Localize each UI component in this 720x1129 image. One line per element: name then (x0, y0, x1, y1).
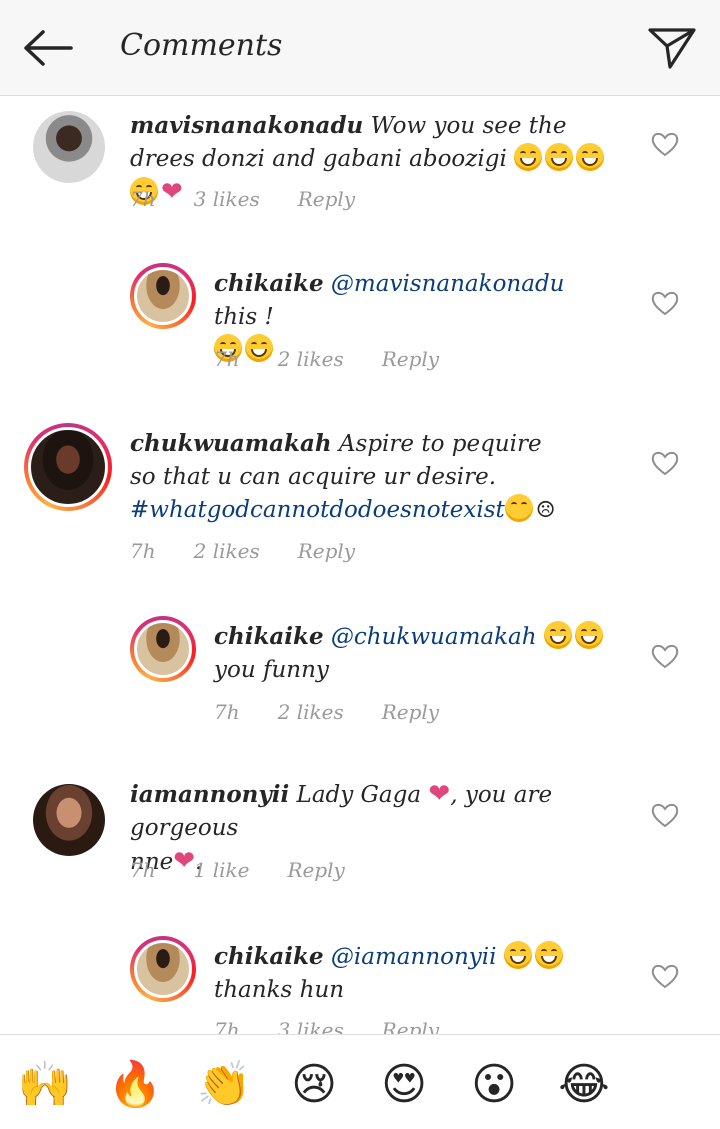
reply-button[interactable]: Reply (287, 858, 344, 882)
hashtag-link[interactable]: #whatgodcannotdodoesnotexist (130, 497, 505, 523)
likes-count[interactable]: 2 likes (194, 539, 260, 563)
avatar[interactable] (33, 111, 105, 183)
avatar[interactable] (33, 784, 105, 856)
grinning-emoji (545, 143, 574, 171)
likes-count[interactable]: 3 likes (194, 187, 260, 211)
header: Comments (0, 0, 720, 96)
heart-outline-icon[interactable] (650, 288, 680, 318)
back-button[interactable] (18, 22, 76, 74)
grinning-emoji (576, 143, 605, 171)
avatar[interactable] (130, 263, 196, 329)
mention-link[interactable]: @mavisnanakonadu (331, 271, 565, 297)
comment-time: 7h (130, 187, 156, 211)
arrow-left-icon (24, 30, 73, 66)
clapping-hands-emoji-button[interactable]: 👏 (197, 1057, 252, 1111)
comment: chukwuamakah Aspire to pequire so that u… (0, 417, 720, 587)
grinning-emoji (543, 621, 572, 649)
comment-time: 7h (214, 347, 240, 371)
comment-username[interactable]: chikaike (214, 943, 324, 970)
likes-count[interactable]: 1 like (194, 858, 250, 882)
heart-outline-icon[interactable] (650, 961, 680, 991)
comment-meta: 7h 2 likes Reply (214, 700, 477, 724)
mention-link[interactable]: @iamannonyii (331, 944, 497, 970)
reply-button[interactable]: Reply (298, 539, 355, 563)
quick-reactions-bar: 🙌 🔥 👏 😢 😍 😮 😂 (0, 1034, 720, 1129)
comment-text: chikaike @iamannonyii thanks hun (214, 940, 634, 1007)
grinning-emoji (534, 941, 563, 969)
comment-list[interactable]: mavisnanakonadu Wow you see the drees do… (0, 97, 720, 1034)
comment-username[interactable]: mavisnanakonadu (130, 112, 363, 139)
comment-username[interactable]: chikaike (214, 270, 324, 297)
surprised-face-emoji-button[interactable]: 😮 (467, 1057, 521, 1111)
page-title: Comments (120, 28, 283, 63)
reply-comment: chikaike @iamannonyii thanks hun 7h 3 li… (0, 930, 720, 1034)
comment-time: 7h (214, 1018, 240, 1034)
comment-meta: 7h 1 like Reply (130, 858, 383, 882)
comment-time: 7h (130, 858, 156, 882)
likes-count[interactable]: 2 likes (278, 700, 344, 724)
comment-meta: 7h 3 likes Reply (214, 1018, 477, 1034)
send-button[interactable] (644, 22, 700, 74)
comment-body: Aspire to pequire (338, 431, 542, 457)
avatar[interactable] (24, 423, 112, 511)
heart-eyes-emoji-button[interactable]: 😍 (377, 1057, 431, 1111)
reply-button[interactable]: Reply (382, 700, 439, 724)
comment-time: 7h (130, 539, 156, 563)
comment: mavisnanakonadu Wow you see the drees do… (0, 97, 720, 247)
likes-count[interactable]: 3 likes (278, 1018, 344, 1034)
reply-comment: chikaike @chukwuamakah you funny 7h 2 li… (0, 610, 720, 760)
reply-button[interactable]: Reply (382, 1018, 439, 1034)
comment-meta: 7h 2 likes Reply (130, 539, 393, 563)
comment-body: thanks hun (214, 977, 345, 1003)
grinning-emoji (514, 143, 543, 171)
raising-hands-emoji-button[interactable]: 🙌 (18, 1057, 73, 1111)
avatar[interactable] (130, 936, 196, 1002)
frowning-face-emoji: ☹ (535, 498, 556, 523)
grinning-emoji (503, 941, 532, 969)
comment-meta: 7h 3 likes Reply (130, 187, 393, 211)
grinning-emoji (574, 621, 603, 649)
reply-comment: chikaike @mavisnanakonadu this ! 7h 2 li… (0, 257, 720, 407)
heart-outline-icon[interactable] (650, 129, 680, 159)
paper-plane-icon (648, 28, 696, 69)
comment-body: you funny (214, 657, 329, 683)
comment-text: chukwuamakah Aspire to pequire so that u… (130, 427, 610, 527)
fire-emoji-button[interactable]: 🔥 (108, 1057, 163, 1111)
heart-emoji: ❤ (428, 779, 451, 809)
comment-body: so that u can acquire ur desire. (130, 464, 497, 490)
comment-text: chikaike @chukwuamakah you funny (214, 620, 614, 687)
heart-outline-icon[interactable] (650, 800, 680, 830)
heart-outline-icon[interactable] (650, 641, 680, 671)
comment: iamannonyii Lady Gaga ❤, you are gorgeou… (0, 774, 720, 924)
crying-face-emoji-button[interactable]: 😢 (287, 1057, 341, 1111)
heart-outline-icon[interactable] (650, 448, 680, 478)
reply-button[interactable]: Reply (298, 187, 355, 211)
face-without-mouth-emoji (504, 494, 533, 522)
comment-body: Lady Gaga (296, 782, 422, 808)
comment-meta: 7h 2 likes Reply (214, 347, 477, 371)
tears-of-joy-emoji-button[interactable]: 😂 (557, 1057, 611, 1111)
comment-username[interactable]: iamannonyii (130, 781, 289, 808)
mention-link[interactable]: @chukwuamakah (331, 624, 537, 650)
reply-button[interactable]: Reply (382, 347, 439, 371)
comment-username[interactable]: chukwuamakah (130, 430, 332, 457)
comment-time: 7h (214, 700, 240, 724)
likes-count[interactable]: 2 likes (278, 347, 344, 371)
comment-username[interactable]: chikaike (214, 623, 324, 650)
comment-body: this ! (214, 304, 274, 330)
avatar[interactable] (130, 616, 196, 682)
